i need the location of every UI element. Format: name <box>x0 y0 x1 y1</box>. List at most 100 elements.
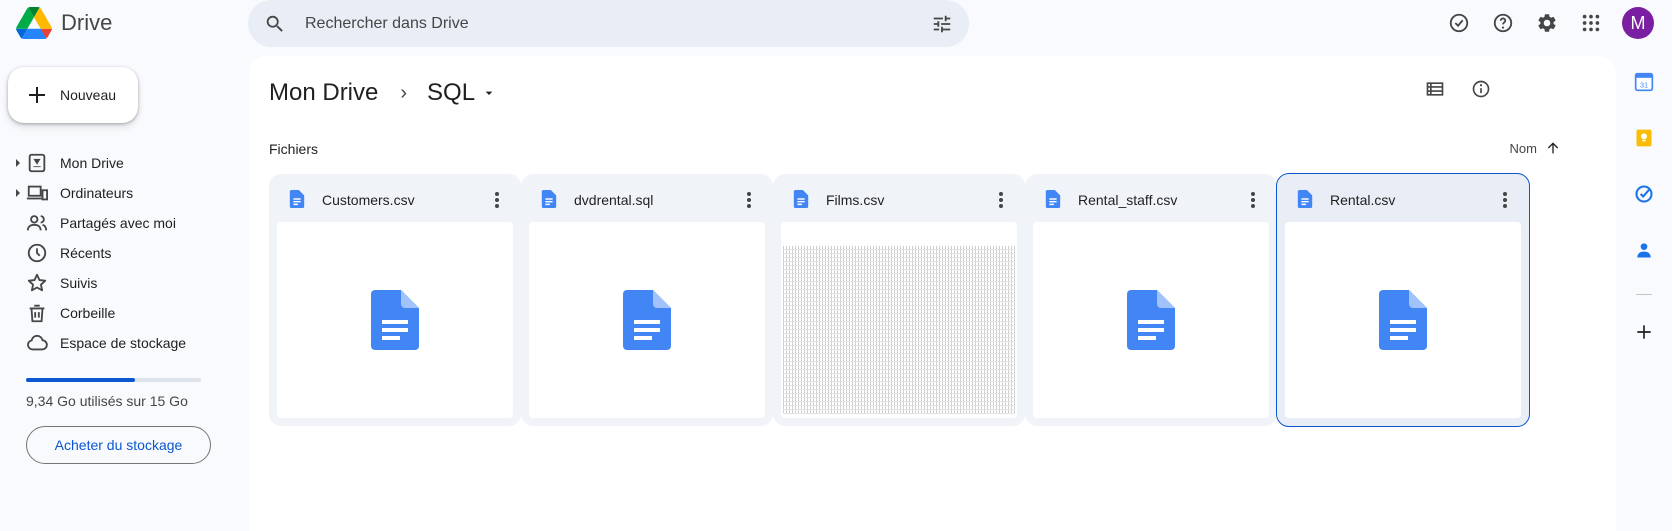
breadcrumb-root[interactable]: Mon Drive <box>269 79 378 107</box>
doc-icon <box>371 290 419 350</box>
spreadsheet-row <box>783 410 1015 414</box>
spreadsheet-row <box>783 286 1015 290</box>
more-options-icon[interactable] <box>991 188 1011 212</box>
apps-grid-icon[interactable] <box>1575 7 1607 39</box>
spreadsheet-row <box>783 362 1015 366</box>
spreadsheet-row <box>783 406 1015 410</box>
buy-storage-button[interactable]: Acheter du stockage <box>26 426 211 464</box>
spreadsheet-row <box>783 294 1015 298</box>
doc-icon <box>1127 290 1175 350</box>
star-icon <box>26 272 48 294</box>
spreadsheet-row <box>783 258 1015 262</box>
dropdown-arrow-icon <box>485 91 493 95</box>
spreadsheet-row <box>783 266 1015 270</box>
add-addon-plus-icon[interactable] <box>1632 320 1656 344</box>
spreadsheet-row <box>783 250 1015 254</box>
spreadsheet-row <box>783 318 1015 322</box>
storage-usage-fill <box>26 378 135 382</box>
file-card[interactable]: Rental_staff.csv <box>1025 174 1277 426</box>
tasks-icon[interactable] <box>1632 182 1656 206</box>
spreadsheet-row <box>783 358 1015 362</box>
doc-icon <box>623 290 671 350</box>
sidebar-item-starred[interactable]: Suivis <box>16 268 246 298</box>
svg-text:31: 31 <box>1640 80 1648 89</box>
search-input[interactable]: Rechercher dans Drive <box>305 15 469 33</box>
plus-icon <box>25 83 49 112</box>
info-icon[interactable] <box>1465 73 1497 105</box>
doc-file-icon <box>1297 190 1313 213</box>
account-avatar[interactable]: M <box>1622 7 1654 39</box>
spreadsheet-row <box>783 326 1015 330</box>
settings-gear-icon[interactable] <box>1531 7 1563 39</box>
file-name: dvdrental.sql <box>574 192 654 208</box>
more-options-icon[interactable] <box>487 188 507 212</box>
expand-caret-icon[interactable] <box>16 189 20 197</box>
sidebar-item-computers[interactable]: Ordinateurs <box>16 178 246 208</box>
help-icon[interactable] <box>1487 7 1519 39</box>
file-card-selected[interactable]: Rental.csv <box>1276 173 1530 427</box>
drive-logo[interactable]: Drive <box>16 4 112 42</box>
search-bar[interactable]: Rechercher dans Drive <box>248 0 969 47</box>
spreadsheet-row <box>783 342 1015 346</box>
breadcrumb-current-folder[interactable]: SQL <box>427 79 497 107</box>
storage-usage-text: 9,34 Go utilisés sur 15 Go <box>26 393 188 409</box>
sidebar-item-shared[interactable]: Partagés avec moi <box>16 208 246 238</box>
spreadsheet-row <box>783 306 1015 310</box>
doc-icon <box>1379 290 1427 350</box>
spreadsheet-row <box>783 366 1015 370</box>
sidebar-item-label: Ordinateurs <box>60 185 134 201</box>
sort-label: Nom <box>1509 140 1537 156</box>
sidebar-item-label: Corbeille <box>60 305 116 321</box>
spreadsheet-row <box>783 338 1015 342</box>
list-view-icon[interactable] <box>1419 73 1451 105</box>
doc-file-icon <box>541 190 557 213</box>
file-preview <box>277 222 513 418</box>
spreadsheet-row <box>783 290 1015 294</box>
spreadsheet-row <box>783 254 1015 258</box>
new-button[interactable]: Nouveau <box>8 67 138 123</box>
spreadsheet-row <box>783 398 1015 402</box>
more-options-icon[interactable] <box>1495 188 1515 212</box>
more-options-icon[interactable] <box>1243 188 1263 212</box>
contacts-icon[interactable] <box>1632 238 1656 262</box>
spreadsheet-row <box>783 262 1015 266</box>
drive-logo-icon <box>16 7 52 39</box>
offline-ready-icon[interactable] <box>1443 7 1475 39</box>
arrow-up-icon[interactable] <box>1545 140 1561 156</box>
expand-caret-icon[interactable] <box>16 159 20 167</box>
search-icon[interactable] <box>264 13 286 40</box>
spreadsheet-row <box>783 382 1015 386</box>
spreadsheet-row <box>783 274 1015 278</box>
file-card[interactable]: Films.csv <box>773 174 1025 426</box>
breadcrumb: Mon Drive › SQL <box>269 73 497 113</box>
sidebar-item-storage[interactable]: Espace de stockage <box>16 328 246 358</box>
spreadsheet-row <box>783 282 1015 286</box>
trash-icon <box>26 302 48 324</box>
keep-icon[interactable] <box>1632 126 1656 150</box>
calendar-icon[interactable]: 31 <box>1632 70 1656 94</box>
spreadsheet-row <box>783 310 1015 314</box>
sidebar-item-my-drive[interactable]: Mon Drive <box>16 148 246 178</box>
more-options-icon[interactable] <box>739 188 759 212</box>
cloud-icon <box>26 332 48 354</box>
sidebar-item-label: Récents <box>60 245 112 261</box>
spreadsheet-row <box>783 394 1015 398</box>
spreadsheet-row <box>783 298 1015 302</box>
file-card[interactable]: Customers.csv <box>269 174 521 426</box>
storage-usage-bar <box>26 378 201 382</box>
sidebar-item-label: Partagés avec moi <box>60 215 176 231</box>
sidebar-item-recent[interactable]: Récents <box>16 238 246 268</box>
sidebar-item-trash[interactable]: Corbeille <box>16 298 246 328</box>
spreadsheet-row <box>783 330 1015 334</box>
search-filter-icon[interactable] <box>931 13 953 40</box>
sort-control[interactable]: Nom <box>1510 136 1561 160</box>
doc-file-icon <box>793 190 809 213</box>
file-preview <box>529 222 765 418</box>
sidebar-item-label: Suivis <box>60 275 98 291</box>
file-name: Rental_staff.csv <box>1078 192 1178 208</box>
spreadsheet-row <box>783 278 1015 282</box>
my-drive-icon <box>26 152 48 174</box>
file-card[interactable]: dvdrental.sql <box>521 174 773 426</box>
spreadsheet-row <box>783 374 1015 378</box>
file-preview <box>1285 222 1521 418</box>
